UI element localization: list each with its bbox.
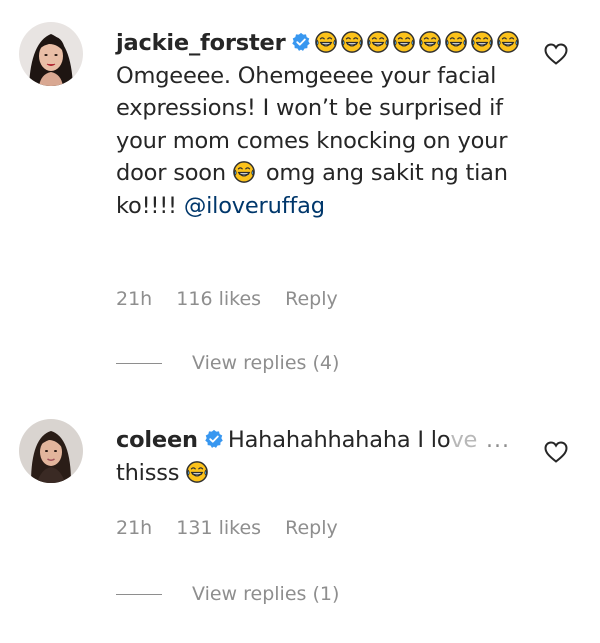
view-replies-button[interactable]: View replies (1)	[116, 583, 339, 605]
tears-of-joy-emoji-icon	[471, 31, 493, 53]
comment-username[interactable]: jackie_forster	[116, 30, 286, 56]
tears-of-joy-emoji-icon	[497, 31, 519, 53]
tears-of-joy-emoji-icon	[419, 31, 441, 53]
comment-time: 21h	[116, 288, 153, 310]
tears-of-joy-emoji-icon	[445, 31, 467, 53]
comment-likes[interactable]: 116 likes	[176, 288, 261, 310]
comment-text: jackie_forster Omgeeee. Ohemgeeee your f…	[116, 27, 524, 222]
comment-likes[interactable]: 131 likes	[176, 517, 261, 539]
comment-item: coleen Hahahahhahaha I love thisss ... 21…	[0, 400, 600, 643]
tears-of-joy-emoji-icon	[315, 31, 337, 53]
replies-divider-line	[116, 363, 162, 364]
view-replies-label: View replies (4)	[192, 352, 340, 374]
comment-meta: 21h 131 likes Reply	[116, 517, 356, 539]
comment-text: coleen Hahahahhahaha I love thisss	[116, 424, 496, 489]
replies-divider-line	[116, 594, 162, 595]
tears-of-joy-emoji-icon	[393, 31, 415, 53]
comment-item: jackie_forster Omgeeee. Ohemgeeee your f…	[0, 0, 600, 400]
avatar[interactable]	[19, 419, 83, 483]
comment-body-continued: thisss	[116, 459, 180, 486]
more-text-button[interactable]: ...	[480, 428, 526, 453]
like-heart-icon[interactable]	[544, 441, 568, 463]
like-heart-icon[interactable]	[544, 43, 568, 65]
comment-body: Hahahahhahaha I lo	[227, 427, 451, 453]
tears-of-joy-emoji-icon	[233, 161, 255, 183]
comment-meta: 21h 116 likes Reply	[116, 288, 356, 310]
view-replies-label: View replies (1)	[192, 583, 340, 605]
view-replies-button[interactable]: View replies (4)	[116, 352, 339, 374]
avatar[interactable]	[19, 22, 83, 86]
tears-of-joy-emoji-icon	[341, 31, 363, 53]
tears-of-joy-emoji-icon	[186, 461, 208, 483]
tears-of-joy-emoji-icon	[367, 31, 389, 53]
reply-button[interactable]: Reply	[285, 288, 338, 310]
comment-time: 21h	[116, 517, 153, 539]
reply-button[interactable]: Reply	[285, 517, 338, 539]
verified-badge-icon	[291, 32, 311, 52]
verified-badge-icon	[204, 429, 224, 449]
comment-body-faded: ve	[450, 427, 478, 453]
mention-link[interactable]: @iloveruffag	[184, 193, 325, 219]
comment-username[interactable]: coleen	[116, 427, 198, 453]
